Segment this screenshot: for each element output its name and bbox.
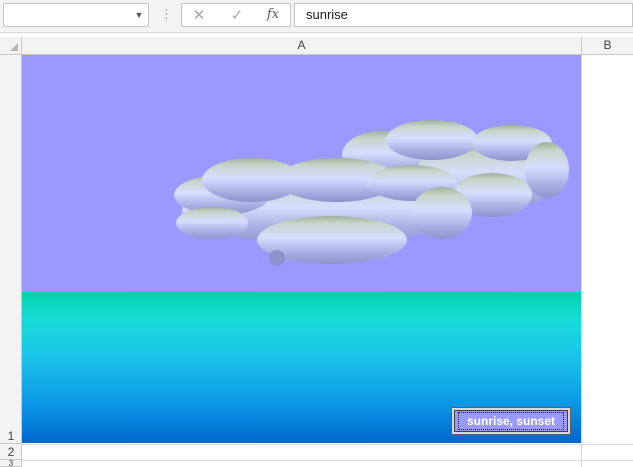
sunrise-sunset-button-label: sunrise, sunset [457, 412, 565, 430]
chevron-down-icon[interactable]: ▼ [134, 8, 144, 22]
formula-input[interactable]: sunrise [294, 3, 633, 27]
name-box[interactable]: ▼ [3, 3, 149, 27]
fx-icon[interactable]: fx [258, 4, 288, 26]
row-header-2[interactable]: 2 [0, 444, 22, 460]
row-header-1[interactable]: 1 [0, 55, 22, 444]
picture-sky-sea[interactable]: sunrise, sunset [22, 55, 581, 443]
gridline-col-a-b [581, 55, 582, 467]
formula-bar-grip[interactable]: ⋮ [160, 6, 173, 24]
formula-bar-buttons: ✕ ✓ fx [181, 3, 291, 27]
column-header-row: A B [0, 37, 633, 55]
gridline-row-2 [22, 460, 633, 461]
select-all-triangle-icon [10, 43, 18, 51]
cloud-front [174, 158, 472, 266]
sunrise-sunset-button[interactable]: sunrise, sunset [452, 408, 570, 434]
formula-bar: ▼ ⋮ ✕ ✓ fx sunrise [0, 0, 633, 33]
row-header-3[interactable]: 3 [0, 460, 22, 467]
column-header-a[interactable]: A [22, 37, 582, 54]
gridline-row-1 [22, 444, 633, 445]
close-icon[interactable]: ✕ [184, 4, 214, 26]
check-icon[interactable]: ✓ [222, 4, 252, 26]
row-header-column: 1 2 3 [0, 55, 22, 467]
column-header-b[interactable]: B [582, 37, 633, 54]
clouds [174, 120, 569, 266]
select-all-button[interactable] [0, 37, 22, 54]
